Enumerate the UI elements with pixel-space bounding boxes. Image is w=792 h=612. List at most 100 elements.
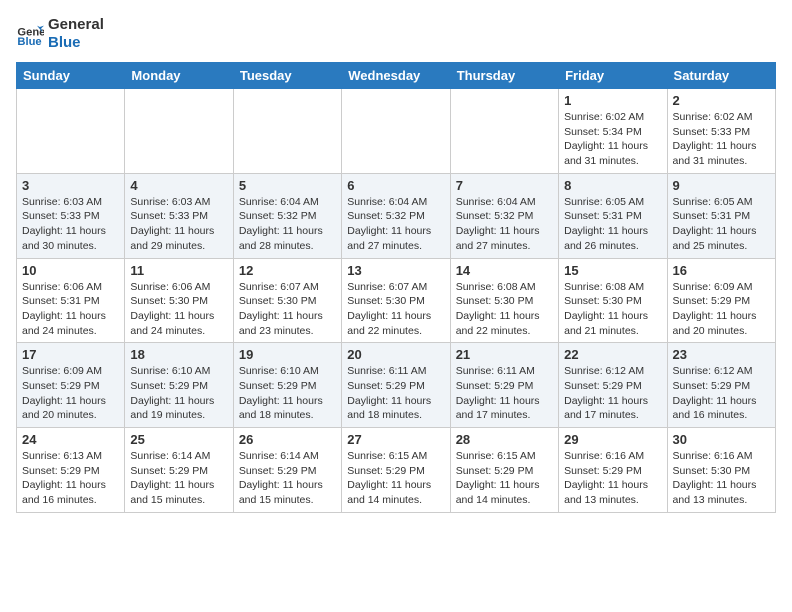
cell-text: Sunrise: 6:09 AM Sunset: 5:29 PM Dayligh… <box>673 280 770 339</box>
calendar-cell: 3Sunrise: 6:03 AM Sunset: 5:33 PM Daylig… <box>17 173 125 258</box>
calendar-cell: 13 Sunrise: 6:07 AM Sunset: 5:30 PM Dayli… <box>342 258 450 343</box>
cell-text: Sunrise: 6:07 AM Sunset: 5:30 PM Dayligh… <box>347 280 444 339</box>
day-number: 4 <box>130 178 227 193</box>
calendar-cell: 8 Sunrise: 6:05 AM Sunset: 5:31 PM Daylig… <box>559 173 667 258</box>
cell-text: Sunrise: 6:10 AM Sunset: 5:29 PM Dayligh… <box>239 364 336 423</box>
calendar-week-row: 17Sunrise: 6:09 AM Sunset: 5:29 PM Dayli… <box>17 343 776 428</box>
cell-text: Sunrise: 6:04 AM Sunset: 5:32 PM Dayligh… <box>239 195 336 254</box>
cell-text: Sunrise: 6:14 AM Sunset: 5:29 PM Dayligh… <box>130 449 227 508</box>
day-number: 9 <box>673 178 770 193</box>
calendar-cell: 2Sunrise: 6:02 AM Sunset: 5:33 PM Daylig… <box>667 89 775 174</box>
weekday-header: Wednesday <box>342 63 450 89</box>
cell-text: Sunrise: 6:13 AM Sunset: 5:29 PM Dayligh… <box>22 449 119 508</box>
calendar-week-row: 10 Sunrise: 6:06 AM Sunset: 5:31 PM Dayli… <box>17 258 776 343</box>
day-number: 22 <box>564 347 661 362</box>
day-number: 26 <box>239 432 336 447</box>
calendar-week-row: 3 Sunrise: 6:03 AM Sunset: 5:33 PM Daylig… <box>17 173 776 258</box>
logo-icon: General Blue <box>16 20 44 48</box>
cell-text: Sunrise: 6:04 AM Sunset: 5:32 PM Dayligh… <box>347 195 444 254</box>
weekday-header: Tuesday <box>233 63 341 89</box>
calendar-cell: 21 Sunrise: 6:11 AM Sunset: 5:29 PM Dayli… <box>450 343 558 428</box>
day-number: 7 <box>456 178 553 193</box>
weekday-header: Sunday <box>17 63 125 89</box>
calendar-cell: 18Sunrise: 6:10 AM Sunset: 5:29 PM Dayli… <box>125 343 233 428</box>
cell-text: Sunrise: 6:16 AM Sunset: 5:29 PM Dayligh… <box>564 449 661 508</box>
day-number: 30 <box>673 432 770 447</box>
day-number: 28 <box>456 432 553 447</box>
cell-text: Sunrise: 6:04 AM Sunset: 5:32 PM Dayligh… <box>456 195 553 254</box>
cell-text: Sunrise: 6:08 AM Sunset: 5:30 PM Dayligh… <box>564 280 661 339</box>
weekday-header: Monday <box>125 63 233 89</box>
calendar-cell: 12Sunrise: 6:07 AM Sunset: 5:30 PM Dayli… <box>233 258 341 343</box>
calendar-cell: 4 Sunrise: 6:03 AM Sunset: 5:33 PM Daylig… <box>125 173 233 258</box>
cell-text: Sunrise: 6:16 AM Sunset: 5:30 PM Dayligh… <box>673 449 770 508</box>
day-number: 23 <box>673 347 770 362</box>
day-number: 19 <box>239 347 336 362</box>
day-number: 5 <box>239 178 336 193</box>
calendar-cell: 5 Sunrise: 6:04 AM Sunset: 5:32 PM Daylig… <box>233 173 341 258</box>
calendar-cell <box>450 89 558 174</box>
calendar-cell <box>17 89 125 174</box>
day-number: 2 <box>673 93 770 108</box>
cell-text: Sunrise: 6:02 AM Sunset: 5:34 PM Dayligh… <box>564 110 661 169</box>
day-number: 8 <box>564 178 661 193</box>
calendar-cell <box>233 89 341 174</box>
calendar-cell: 25 Sunrise: 6:14 AM Sunset: 5:29 PM Dayli… <box>125 428 233 513</box>
calendar-cell: 24Sunrise: 6:13 AM Sunset: 5:29 PM Dayli… <box>17 428 125 513</box>
cell-text: Sunrise: 6:05 AM Sunset: 5:31 PM Dayligh… <box>564 195 661 254</box>
day-number: 11 <box>130 263 227 278</box>
calendar-cell: 14Sunrise: 6:08 AM Sunset: 5:30 PM Dayli… <box>450 258 558 343</box>
day-number: 25 <box>130 432 227 447</box>
calendar-cell: 7 Sunrise: 6:04 AM Sunset: 5:32 PM Daylig… <box>450 173 558 258</box>
day-number: 21 <box>456 347 553 362</box>
logo-line2: Blue <box>48 34 104 52</box>
logo-line1: General <box>48 16 104 34</box>
calendar-cell: 9Sunrise: 6:05 AM Sunset: 5:31 PM Daylig… <box>667 173 775 258</box>
day-number: 17 <box>22 347 119 362</box>
cell-text: Sunrise: 6:06 AM Sunset: 5:30 PM Dayligh… <box>130 280 227 339</box>
weekday-header: Thursday <box>450 63 558 89</box>
calendar-cell: 16 Sunrise: 6:09 AM Sunset: 5:29 PM Dayli… <box>667 258 775 343</box>
cell-text: Sunrise: 6:12 AM Sunset: 5:29 PM Dayligh… <box>564 364 661 423</box>
calendar-cell: 30 Sunrise: 6:16 AM Sunset: 5:30 PM Dayli… <box>667 428 775 513</box>
day-number: 15 <box>564 263 661 278</box>
calendar-cell: 28 Sunrise: 6:15 AM Sunset: 5:29 PM Dayli… <box>450 428 558 513</box>
cell-text: Sunrise: 6:07 AM Sunset: 5:30 PM Dayligh… <box>239 280 336 339</box>
calendar-week-row: 1 Sunrise: 6:02 AM Sunset: 5:34 PM Daylig… <box>17 89 776 174</box>
day-number: 29 <box>564 432 661 447</box>
calendar-cell: 23Sunrise: 6:12 AM Sunset: 5:29 PM Dayli… <box>667 343 775 428</box>
day-number: 16 <box>673 263 770 278</box>
calendar-cell: 15 Sunrise: 6:08 AM Sunset: 5:30 PM Dayli… <box>559 258 667 343</box>
cell-text: Sunrise: 6:11 AM Sunset: 5:29 PM Dayligh… <box>347 364 444 423</box>
calendar-cell: 26 Sunrise: 6:14 AM Sunset: 5:29 PM Dayli… <box>233 428 341 513</box>
day-number: 1 <box>564 93 661 108</box>
cell-text: Sunrise: 6:06 AM Sunset: 5:31 PM Dayligh… <box>22 280 119 339</box>
calendar-cell: 1 Sunrise: 6:02 AM Sunset: 5:34 PM Daylig… <box>559 89 667 174</box>
calendar-cell: 19 Sunrise: 6:10 AM Sunset: 5:29 PM Dayli… <box>233 343 341 428</box>
cell-text: Sunrise: 6:15 AM Sunset: 5:29 PM Dayligh… <box>347 449 444 508</box>
calendar-cell: 10 Sunrise: 6:06 AM Sunset: 5:31 PM Dayli… <box>17 258 125 343</box>
calendar-cell: 22 Sunrise: 6:12 AM Sunset: 5:29 PM Dayli… <box>559 343 667 428</box>
cell-text: Sunrise: 6:11 AM Sunset: 5:29 PM Dayligh… <box>456 364 553 423</box>
day-number: 20 <box>347 347 444 362</box>
day-number: 13 <box>347 263 444 278</box>
calendar: SundayMondayTuesdayWednesdayThursdayFrid… <box>16 62 776 513</box>
weekday-header: Saturday <box>667 63 775 89</box>
svg-text:Blue: Blue <box>17 36 41 48</box>
cell-text: Sunrise: 6:15 AM Sunset: 5:29 PM Dayligh… <box>456 449 553 508</box>
logo: General Blue General Blue <box>16 16 104 52</box>
day-number: 6 <box>347 178 444 193</box>
weekday-header: Friday <box>559 63 667 89</box>
calendar-cell <box>125 89 233 174</box>
day-number: 10 <box>22 263 119 278</box>
calendar-cell: 17Sunrise: 6:09 AM Sunset: 5:29 PM Dayli… <box>17 343 125 428</box>
day-number: 18 <box>130 347 227 362</box>
cell-text: Sunrise: 6:03 AM Sunset: 5:33 PM Dayligh… <box>130 195 227 254</box>
calendar-cell: 29 Sunrise: 6:16 AM Sunset: 5:29 PM Dayli… <box>559 428 667 513</box>
day-number: 27 <box>347 432 444 447</box>
cell-text: Sunrise: 6:14 AM Sunset: 5:29 PM Dayligh… <box>239 449 336 508</box>
calendar-cell <box>342 89 450 174</box>
page-header: General Blue General Blue <box>16 16 776 52</box>
day-number: 3 <box>22 178 119 193</box>
calendar-cell: 20 Sunrise: 6:11 AM Sunset: 5:29 PM Dayli… <box>342 343 450 428</box>
